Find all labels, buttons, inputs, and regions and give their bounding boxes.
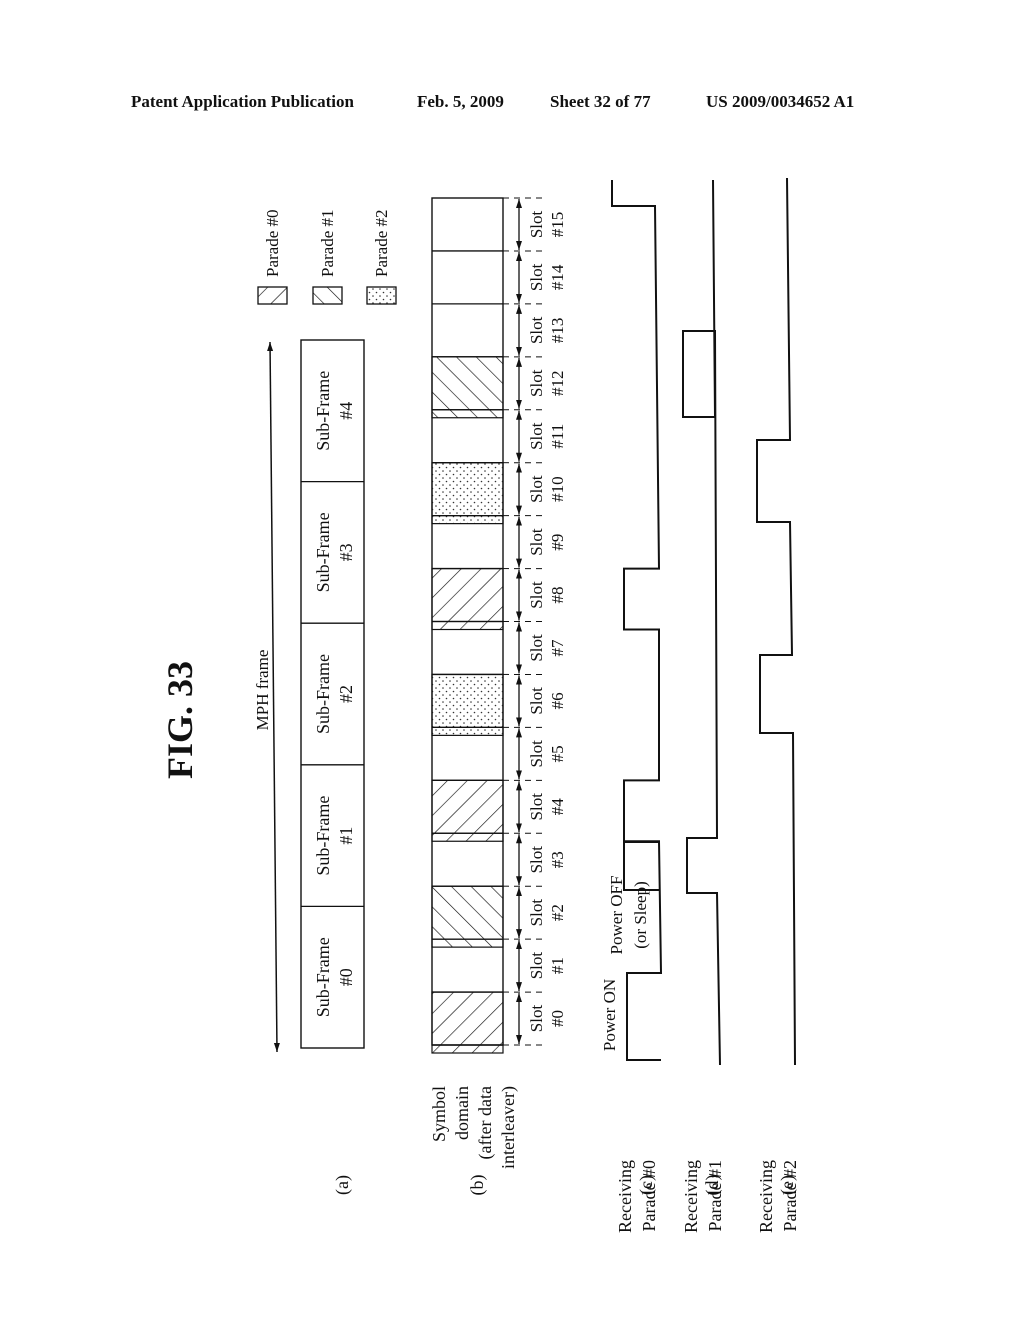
slot-9-number: #9 bbox=[548, 534, 567, 551]
slot-0-parade-fill bbox=[431, 991, 504, 1054]
subframe-3-label: Sub-Frame bbox=[313, 512, 333, 592]
slot-12-parade-fill bbox=[431, 356, 504, 419]
legend: Parade #0 Parade #1 Parade #2 bbox=[257, 209, 397, 305]
subframe-2-number: #2 bbox=[336, 685, 356, 703]
row-d-label-line-0: Receiving bbox=[681, 1160, 701, 1233]
legend-swatch-hatch-back bbox=[257, 286, 288, 305]
slot-7-word: Slot bbox=[527, 634, 546, 662]
row-b-label-line-0: Symbol bbox=[429, 1086, 449, 1142]
timing-diagram: FIG. 33 MPH frame Parade #0 Parade #1 Para… bbox=[160, 177, 800, 1233]
slot-11-word: Slot bbox=[527, 422, 546, 450]
slot-11-number: #11 bbox=[548, 424, 567, 449]
subframe-1-label: Sub-Frame bbox=[313, 796, 333, 876]
slot-10-parade-fill bbox=[431, 462, 504, 525]
row-c-label-line-1: Parade #0 bbox=[639, 1160, 659, 1231]
power-on-label: Power ON bbox=[600, 979, 619, 1051]
row-e-label-line-1: Parade #2 bbox=[780, 1160, 800, 1231]
subframe-2-label: Sub-Frame bbox=[313, 654, 333, 734]
slot-13-word: Slot bbox=[527, 316, 546, 344]
subframe-4-number: #4 bbox=[336, 402, 356, 420]
row-b-label-line-3: interleaver) bbox=[498, 1086, 519, 1169]
wave-receiving-parade-1 bbox=[682, 179, 721, 1066]
legend-swatch-hatch-fwd bbox=[312, 286, 343, 305]
slot-3-word: Slot bbox=[527, 846, 546, 874]
row-b-label-line-2: (after data bbox=[475, 1086, 496, 1159]
wave-receiving-parade-2 bbox=[756, 177, 796, 1066]
subframe-4-label: Sub-Frame bbox=[313, 371, 333, 451]
slot-10-word: Slot bbox=[527, 475, 546, 503]
slot-8-parade-fill bbox=[431, 567, 504, 631]
slot-4-parade-fill bbox=[431, 779, 504, 842]
slot-13-number: #13 bbox=[548, 318, 567, 344]
legend-swatch-dots bbox=[366, 286, 397, 305]
power-off-label-2: (or Sleep) bbox=[631, 881, 650, 949]
mph-frame-label: MPH frame bbox=[253, 650, 272, 731]
row-a-tag: (a) bbox=[332, 1175, 353, 1195]
slot-12-number: #12 bbox=[548, 371, 567, 397]
row-e-label-line-0: Receiving bbox=[756, 1160, 776, 1233]
symbol-domain-row: Slot #0Slot #1Slot #2Slot #3Slot #4Slot #5Slot… bbox=[431, 197, 567, 1054]
slot-4-number: #4 bbox=[548, 798, 567, 816]
slot-1-number: #1 bbox=[548, 957, 567, 974]
slot-8-word: Slot bbox=[527, 581, 546, 609]
row-b-label-line-1: domain bbox=[452, 1086, 472, 1140]
slot-2-word: Slot bbox=[527, 899, 546, 927]
slot-5-word: Slot bbox=[527, 740, 546, 768]
slot-3-number: #3 bbox=[548, 851, 567, 868]
legend-label-parade-2: Parade #2 bbox=[372, 209, 391, 277]
slot-1-word: Slot bbox=[527, 952, 546, 980]
slot-2-parade-fill bbox=[431, 885, 504, 948]
slot-6-word: Slot bbox=[527, 687, 546, 715]
subframe-row: Sub-Frame #0Sub-Frame #1Sub-Frame #2Sub-Fra… bbox=[300, 339, 365, 1049]
slot-5-number: #5 bbox=[548, 745, 567, 762]
legend-label-parade-1: Parade #1 bbox=[318, 209, 337, 277]
subframe-0-label: Sub-Frame bbox=[313, 937, 333, 1017]
legend-label-parade-0: Parade #0 bbox=[263, 209, 282, 277]
slot-2-number: #2 bbox=[548, 904, 567, 921]
subframe-1-number: #1 bbox=[336, 827, 356, 845]
slot-8-number: #8 bbox=[548, 587, 567, 604]
slot-12-word: Slot bbox=[527, 369, 546, 397]
slot-4-word: Slot bbox=[527, 793, 546, 821]
subframe-3-number: #3 bbox=[336, 543, 356, 561]
slot-0-word: Slot bbox=[527, 1005, 546, 1033]
slot-6-parade-fill bbox=[431, 673, 504, 736]
slot-7-number: #7 bbox=[548, 639, 567, 657]
slot-6-number: #6 bbox=[548, 692, 567, 709]
power-off-label-1: Power OFF bbox=[607, 876, 626, 955]
row-b-tag: (b) bbox=[467, 1175, 488, 1196]
row-d-label-line-1: Parade #1 bbox=[705, 1160, 725, 1231]
slot-15-number: #15 bbox=[548, 212, 567, 238]
slot-9-word: Slot bbox=[527, 528, 546, 556]
slot-14-number: #14 bbox=[548, 264, 567, 290]
row-c-label-line-0: Receiving bbox=[615, 1160, 635, 1233]
row-labels: (a) (b) Symbol domain (after data interleaver… bbox=[332, 1086, 800, 1233]
subframe-0-number: #0 bbox=[336, 968, 356, 986]
slot-0-number: #0 bbox=[548, 1010, 567, 1027]
slot-15-word: Slot bbox=[527, 210, 546, 238]
slot-10-number: #10 bbox=[548, 476, 567, 502]
slot-14-word: Slot bbox=[527, 263, 546, 291]
figure-title: FIG. 33 bbox=[160, 661, 200, 779]
